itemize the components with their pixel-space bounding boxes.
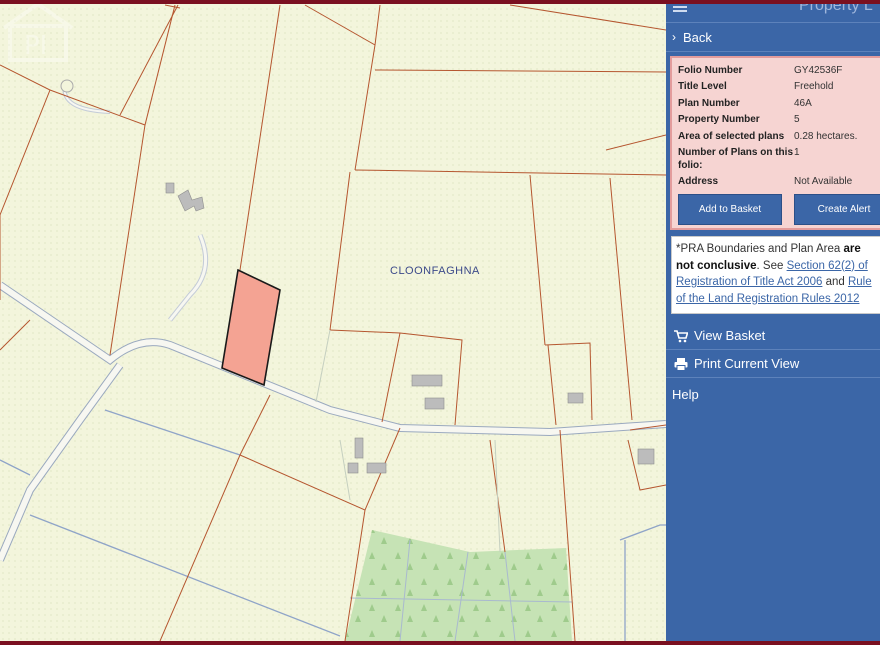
chevron-right-icon: › [672, 30, 676, 44]
info-value: Not Available [794, 176, 853, 188]
print-current-view-button[interactable]: Print Current View [666, 350, 880, 378]
info-key: Title Level [678, 81, 727, 93]
info-value: 5 [794, 114, 800, 126]
back-button[interactable]: › Back [666, 23, 880, 52]
back-label: Back [683, 29, 712, 45]
print-label: Print Current View [694, 356, 800, 371]
info-value: 0.28 hectares. [794, 130, 858, 142]
svg-text:PI: PI [24, 31, 47, 61]
pond-circle [60, 79, 74, 93]
view-basket-label: View Basket [694, 328, 766, 343]
add-to-basket-button[interactable]: Add to Basket [678, 194, 782, 225]
map-background [0, 0, 666, 645]
info-row-property-number: Property Number 5 [678, 113, 880, 126]
info-row-address: Address Not Available [678, 175, 880, 188]
info-value: 46A [794, 97, 812, 109]
info-row-plan-number: Plan Number 46A [678, 97, 880, 110]
townland-label: CLOONFAGHNA [390, 265, 480, 277]
property-info-table: Folio Number GY42536F Title Level Freeho… [678, 64, 880, 192]
property-info-card: Folio Number GY42536F Title Level Freeho… [670, 56, 880, 230]
info-row-plans-count: Number of Plans on this folio: 1 [678, 146, 880, 172]
info-value: GY42536F [794, 65, 843, 76]
printer-icon [674, 357, 688, 371]
map-canvas[interactable] [0, 0, 666, 645]
window-frame-top [0, 0, 880, 4]
create-alert-button[interactable]: Create Alert [794, 194, 880, 225]
watermark-logo: PI [2, 1, 74, 62]
shopping-cart-icon [674, 329, 688, 342]
info-key: Area of selected plans [678, 130, 785, 142]
view-basket-button[interactable]: View Basket [666, 322, 880, 350]
info-key: Folio Number [678, 65, 743, 76]
notice-middle: . See [756, 259, 787, 272]
info-key: Plan Number [678, 97, 740, 109]
notice-and: and [822, 276, 848, 288]
map-view[interactable]: CLOONFAGHNA PI [0, 0, 666, 645]
info-value: 1 [794, 146, 800, 158]
info-key: Property Number [678, 114, 760, 126]
info-row-area: Area of selected plans 0.28 hectares. [678, 130, 880, 143]
window-frame-bottom [0, 641, 880, 645]
info-key: Number of Plans on this folio: [678, 146, 794, 171]
disclaimer-notice: *PRA Boundaries and Plan Area are not co… [671, 236, 880, 314]
info-row-folio: Folio Number GY42536F [678, 64, 880, 77]
info-value: Freehold [794, 81, 834, 93]
help-link[interactable]: Help [666, 380, 880, 408]
property-details-panel: Property L › Back Folio Number GY42536F … [666, 0, 880, 645]
info-key: Address [678, 176, 719, 188]
info-row-title-level: Title Level Freehold [678, 80, 880, 93]
notice-prefix: *PRA Boundaries and Plan Area [676, 243, 844, 255]
